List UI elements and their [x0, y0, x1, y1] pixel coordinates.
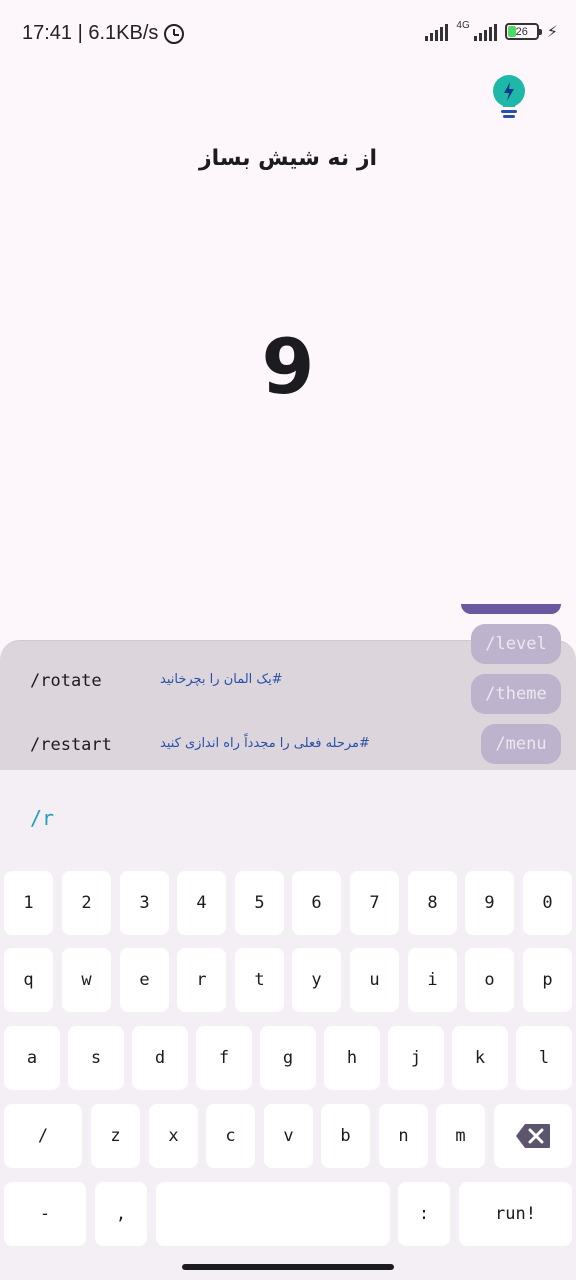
key-n[interactable]: n: [379, 1104, 428, 1168]
key-j[interactable]: j: [388, 1026, 444, 1090]
command-input[interactable]: /r: [30, 806, 54, 830]
battery-icon: 26: [504, 23, 542, 40]
charging-bolt-icon: ⚡: [546, 22, 558, 41]
backspace-key[interactable]: [494, 1104, 572, 1168]
key-3[interactable]: 3: [120, 871, 169, 935]
key-comma[interactable]: ,: [95, 1182, 147, 1246]
key-0[interactable]: 0: [523, 871, 572, 935]
key-6[interactable]: 6: [292, 871, 341, 935]
key-slash[interactable]: /: [4, 1104, 82, 1168]
battery-level: 26: [515, 25, 528, 38]
key-h[interactable]: h: [324, 1026, 380, 1090]
key-p[interactable]: p: [523, 948, 572, 1012]
key-i[interactable]: i: [408, 948, 457, 1012]
key-2[interactable]: 2: [62, 871, 111, 935]
status-left: 17:41 | 6.1KB/s: [22, 22, 185, 45]
key-q[interactable]: q: [4, 948, 53, 1012]
key-x[interactable]: x: [149, 1104, 198, 1168]
key-g[interactable]: g: [260, 1026, 316, 1090]
key-1[interactable]: 1: [4, 871, 53, 935]
suggestion-description: #مرحله فعلی را مجدداً راه اندازی کنید: [160, 736, 370, 751]
alarm-icon: [164, 23, 185, 44]
backspace-icon: [516, 1124, 550, 1148]
key-w[interactable]: w: [62, 948, 111, 1012]
command-input-area[interactable]: /r: [0, 770, 576, 866]
key-e[interactable]: e: [120, 948, 169, 1012]
suggestion-command: /restart: [30, 735, 112, 755]
run-key[interactable]: run!: [459, 1182, 572, 1246]
key-z[interactable]: z: [91, 1104, 140, 1168]
signal-icon: [425, 23, 449, 41]
page-title: از نه شیش بساز: [198, 146, 378, 171]
key-u[interactable]: u: [350, 948, 399, 1012]
menu-command-button[interactable]: /menu: [481, 724, 561, 764]
level-command-button[interactable]: /level: [471, 624, 561, 664]
key-l[interactable]: l: [516, 1026, 572, 1090]
key-t[interactable]: t: [235, 948, 284, 1012]
key-a[interactable]: a: [4, 1026, 60, 1090]
key-y[interactable]: y: [292, 948, 341, 1012]
key-v[interactable]: v: [264, 1104, 313, 1168]
key-9[interactable]: 9: [465, 871, 514, 935]
key-d[interactable]: d: [132, 1026, 188, 1090]
key-f[interactable]: f: [196, 1026, 252, 1090]
keyboard: 1 2 3 4 5 6 7 8 9 0 q w e r t y u i o p …: [0, 866, 576, 1280]
key-dash[interactable]: -: [4, 1182, 86, 1246]
status-bar: 17:41 | 6.1KB/s 4G 26 ⚡: [0, 0, 576, 68]
key-8[interactable]: 8: [408, 871, 457, 935]
key-s[interactable]: s: [68, 1026, 124, 1090]
suggestion-description: #یک المان را بچرخانید: [160, 672, 283, 687]
key-r[interactable]: r: [177, 948, 226, 1012]
puzzle-number[interactable]: 9: [0, 322, 576, 411]
key-c[interactable]: c: [206, 1104, 255, 1168]
gesture-nav-bar[interactable]: [182, 1264, 394, 1270]
key-m[interactable]: m: [436, 1104, 485, 1168]
key-5[interactable]: 5: [235, 871, 284, 935]
status-right: 4G 26 ⚡: [425, 20, 558, 41]
signal-icon: [473, 23, 497, 41]
network-type: 4G: [456, 20, 470, 31]
theme-command-button[interactable]: /theme: [471, 674, 561, 714]
lightbulb-icon[interactable]: [491, 74, 527, 120]
status-time: 17:41 | 6.1KB/s: [22, 22, 159, 44]
key-7[interactable]: 7: [350, 871, 399, 935]
key-4[interactable]: 4: [177, 871, 226, 935]
key-o[interactable]: o: [465, 948, 514, 1012]
pill-top-edge: [461, 604, 561, 614]
key-k[interactable]: k: [452, 1026, 508, 1090]
suggestion-command: /rotate: [30, 671, 102, 691]
key-b[interactable]: b: [321, 1104, 370, 1168]
key-colon[interactable]: :: [398, 1182, 450, 1246]
space-key[interactable]: [156, 1182, 390, 1246]
